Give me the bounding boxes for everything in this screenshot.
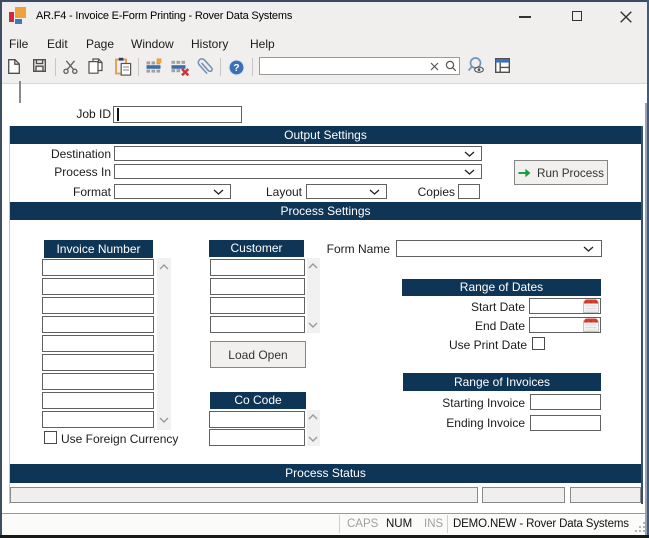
svg-text:?: ? [233, 62, 239, 74]
